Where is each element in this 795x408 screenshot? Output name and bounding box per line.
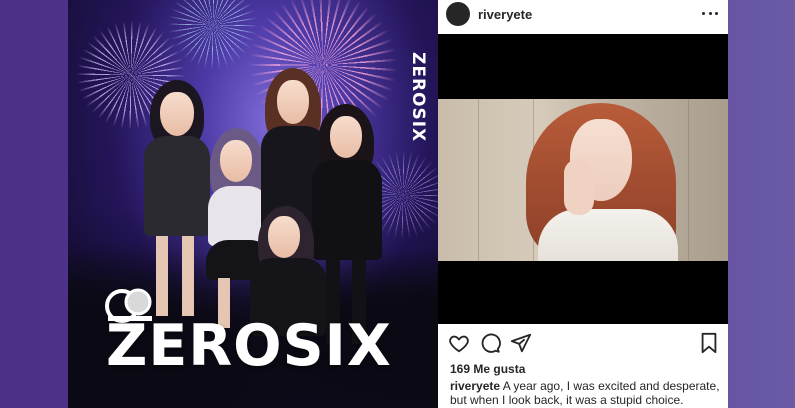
more-options-icon[interactable]: [702, 6, 718, 20]
post-photo: [438, 99, 728, 261]
avatar[interactable]: [446, 2, 470, 26]
like-count[interactable]: 169 Me gusta: [450, 362, 525, 376]
post-username[interactable]: riveryete: [478, 7, 532, 22]
bookmark-icon[interactable]: [698, 332, 720, 354]
share-icon[interactable]: [510, 332, 532, 354]
heart-icon[interactable]: [448, 332, 470, 354]
caption-username[interactable]: riveryete: [450, 379, 500, 393]
post-media[interactable]: [438, 34, 728, 324]
comment-icon[interactable]: [479, 332, 501, 354]
post-actions: [438, 332, 728, 356]
firework: [168, 0, 258, 70]
post-header: riveryete: [438, 0, 728, 34]
group-poster: ZEROSIX ZEROSIX: [68, 0, 438, 408]
collage: ZEROSIX ZEROSIX riveryete 169 Me gusta r…: [0, 0, 795, 408]
instagram-post: riveryete 169 Me gusta riveryete A year …: [438, 0, 728, 408]
poster-title: ZEROSIX: [106, 313, 392, 379]
poster-vertical-title: ZEROSIX: [408, 52, 428, 143]
post-caption: riveryete A year ago, I was excited and …: [450, 379, 720, 407]
